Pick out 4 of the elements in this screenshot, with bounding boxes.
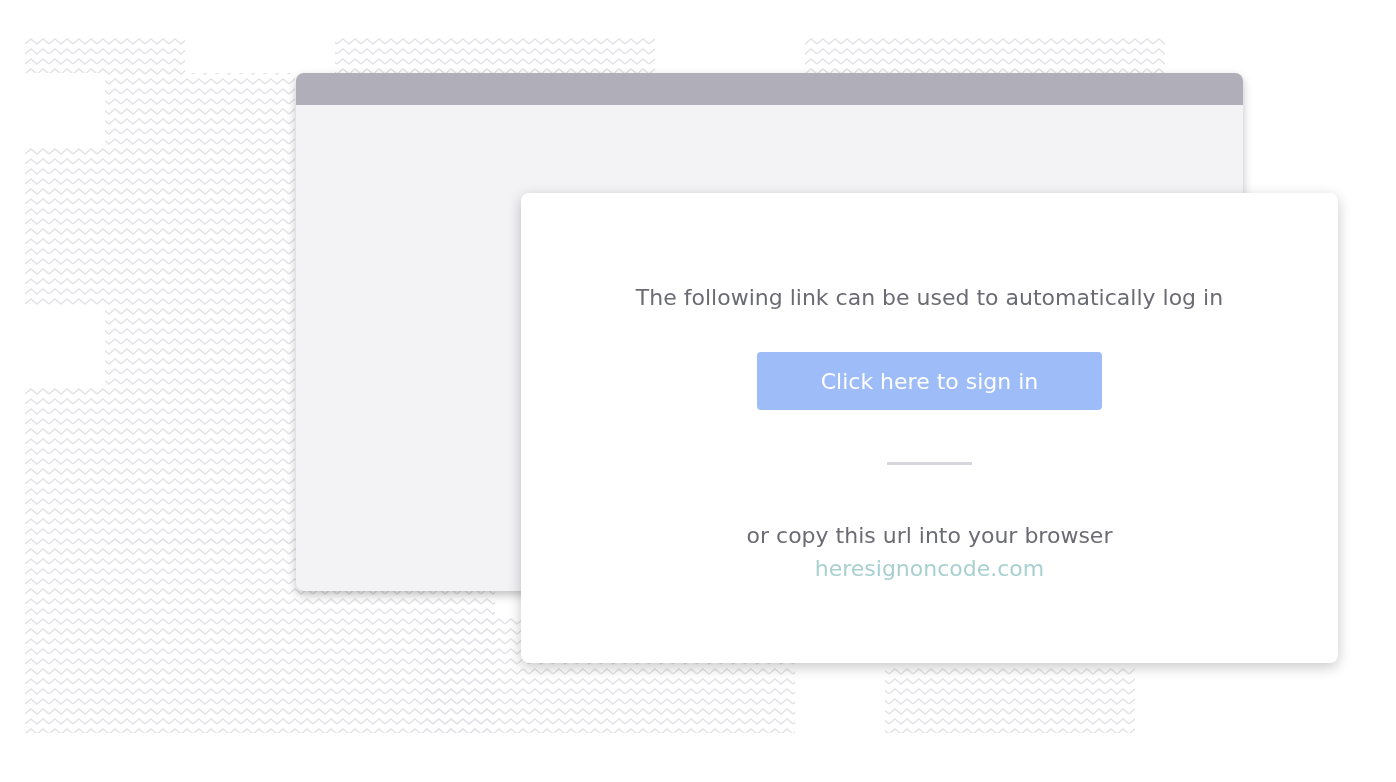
url-link[interactable]: heresignoncode.com (814, 556, 1045, 581)
login-message: The following link can be used to automatically log in (635, 285, 1224, 310)
copy-url-text: or copy this url into your browser (746, 523, 1113, 548)
sign-in-button[interactable]: Click here to sign in (757, 352, 1102, 410)
